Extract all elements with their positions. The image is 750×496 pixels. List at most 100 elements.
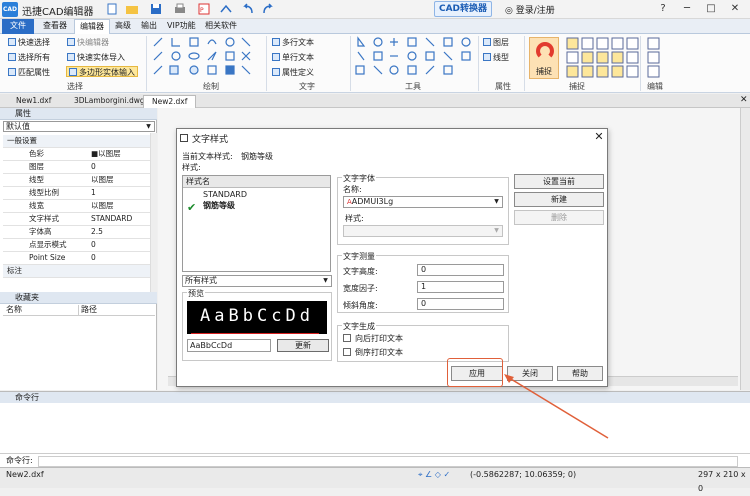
property-key: 线型 (29, 175, 44, 184)
doc-tab-new1[interactable]: New1.dxf (8, 95, 59, 108)
text-height-input[interactable]: 0 (417, 264, 504, 276)
font-name-value: ADMUI3Lg (351, 197, 394, 206)
properties-selector[interactable]: 默认值 ▼ (3, 121, 155, 132)
menu-related[interactable]: 相关软件 (200, 19, 242, 34)
new-file-icon[interactable] (106, 3, 118, 15)
properties-header: 属性 (0, 108, 157, 120)
property-row[interactable]: Point Size 0 (3, 252, 151, 265)
property-row[interactable]: 图层 0 (3, 161, 151, 174)
style-list: 样式名 STANDARD ✔ 钢筋等级 (182, 175, 331, 272)
close-icon[interactable]: ✕ (592, 130, 606, 144)
font-name-select[interactable]: AADMUI3Lg ▼ (343, 196, 503, 208)
backward-label: 向后打印文本 (355, 334, 403, 343)
upside-down-checkbox[interactable] (343, 348, 351, 356)
update-button[interactable]: 更新 (277, 339, 329, 352)
font-name-label: 名称: (343, 185, 362, 194)
style-item-rebar-grade[interactable]: 钢筋等级 (203, 200, 235, 211)
style-filter-select[interactable]: 所有样式 ▼ (182, 275, 332, 287)
style-item-standard[interactable]: STANDARD (203, 190, 247, 199)
menu-advanced[interactable]: 高级 (110, 19, 136, 34)
single-line-text-button[interactable]: 单行文本 (272, 52, 314, 63)
block-editor-button[interactable]: 快编辑器 (67, 37, 109, 48)
command-input[interactable] (38, 456, 738, 467)
favorites-header: 收藏夹 (0, 292, 157, 304)
snap-mode-icons[interactable] (566, 37, 640, 79)
set-current-button[interactable]: 设置当前 (514, 174, 604, 189)
linetype-button[interactable]: 线型 (483, 52, 509, 63)
draw-tools-icons[interactable] (150, 36, 266, 80)
property-value: 0 (91, 162, 96, 171)
quick-entity-import-button[interactable]: 快速实体导入 (67, 52, 125, 63)
snap-status-icons[interactable]: ⌖ ∠ ◇ ✓ (418, 468, 450, 482)
quick-select-button[interactable]: 快速选择 (8, 37, 50, 48)
separator (350, 36, 351, 91)
new-style-button[interactable]: 新建 (514, 192, 604, 207)
menu-file[interactable]: 文件 (2, 19, 34, 34)
doc-tab-new2[interactable]: New2.dxf (143, 95, 197, 108)
attribute-definition-button[interactable]: 属性定义 (272, 67, 314, 78)
magnet-icon (536, 42, 554, 60)
edit-icons[interactable] (646, 37, 666, 79)
doc-tab-lamborgini[interactable]: 3DLamborgini.dwg (66, 95, 153, 108)
property-value: 2.5 (91, 227, 103, 236)
menu-vip[interactable]: VIP功能 (162, 19, 201, 34)
width-factor-label: 宽度因子: (343, 284, 378, 293)
property-row[interactable]: 点显示模式 0 (3, 239, 151, 252)
delete-style-button[interactable]: 删除 (514, 210, 604, 225)
menu-editor[interactable]: 编辑器 (74, 19, 110, 34)
polygon-entity-input-button[interactable]: 多边形实体输入 (66, 66, 138, 77)
cad-converter-button[interactable]: CAD转换器 (434, 1, 492, 17)
draw-group-label: 绘制 (203, 82, 219, 91)
font-style-select[interactable]: ▼ (343, 225, 503, 237)
status-size: 297 x 210 x 0 (698, 470, 746, 493)
maximize-icon[interactable]: □ (704, 3, 718, 15)
open-folder-icon[interactable] (126, 3, 138, 15)
command-header: 命令行 (0, 391, 750, 403)
redo-icon[interactable] (262, 3, 274, 15)
oblique-angle-input[interactable]: 0 (417, 298, 504, 310)
chevron-down-icon: ▼ (323, 277, 328, 284)
close-window-icon[interactable]: ✕ (728, 3, 742, 15)
canvas-scrollbar[interactable] (740, 108, 750, 390)
dialog-icon (180, 134, 188, 142)
width-factor-input[interactable]: 1 (417, 281, 504, 293)
preview-text-input[interactable]: AaBbCcDd (187, 339, 271, 352)
properties-scrollbar[interactable] (150, 133, 157, 292)
property-row[interactable]: 字体高 2.5 (3, 226, 151, 239)
close-tab-icon[interactable]: ✕ (740, 95, 748, 105)
category-general[interactable]: 一般设置 (3, 135, 151, 148)
tools-icons[interactable] (354, 36, 476, 80)
multiline-text-button[interactable]: 多行文本 (272, 37, 314, 48)
match-properties-button[interactable]: 匹配属性 (8, 67, 50, 78)
undo-icon[interactable] (242, 3, 254, 15)
property-key: 字体高 (29, 227, 52, 236)
capture-button[interactable]: 捕捉 (529, 37, 559, 79)
separator (266, 36, 267, 91)
minimize-icon[interactable]: ─ (680, 3, 694, 15)
property-row[interactable]: 线型 以图层 (3, 174, 151, 187)
login-link[interactable]: ◎ 登录/注册 (505, 3, 555, 16)
property-row[interactable]: 线型比例 1 (3, 187, 151, 200)
layers-button[interactable]: 图层 (483, 37, 509, 48)
menu-output[interactable]: 输出 (136, 19, 162, 34)
upside-down-label: 倒序打印文本 (355, 348, 403, 357)
column-path[interactable]: 路径 (78, 305, 97, 315)
menu-viewer[interactable]: 查看器 (38, 19, 72, 34)
share-icon[interactable] (220, 3, 232, 15)
select-all-button[interactable]: 选择所有 (8, 52, 50, 63)
properties-selector-value: 默认值 (6, 122, 30, 131)
backward-checkbox[interactable] (343, 334, 351, 342)
help-icon[interactable]: ? (656, 3, 670, 15)
style-list-header[interactable]: 样式名 (183, 176, 330, 188)
property-row[interactable]: 线宽 以图层 (3, 200, 151, 213)
property-value: 0 (91, 253, 96, 262)
pdf-icon[interactable]: P (198, 3, 210, 15)
status-filename: New2.dxf (6, 470, 44, 479)
column-name[interactable]: 名称 (6, 305, 22, 315)
property-row[interactable]: 色彩 ■以图层 (3, 148, 151, 161)
property-row[interactable]: 文字样式 STANDARD (3, 213, 151, 226)
print-icon[interactable] (174, 3, 186, 15)
save-icon[interactable] (150, 3, 162, 15)
attributes-group-label: 属性 (495, 82, 511, 91)
category-label[interactable]: 标注 (3, 265, 151, 278)
